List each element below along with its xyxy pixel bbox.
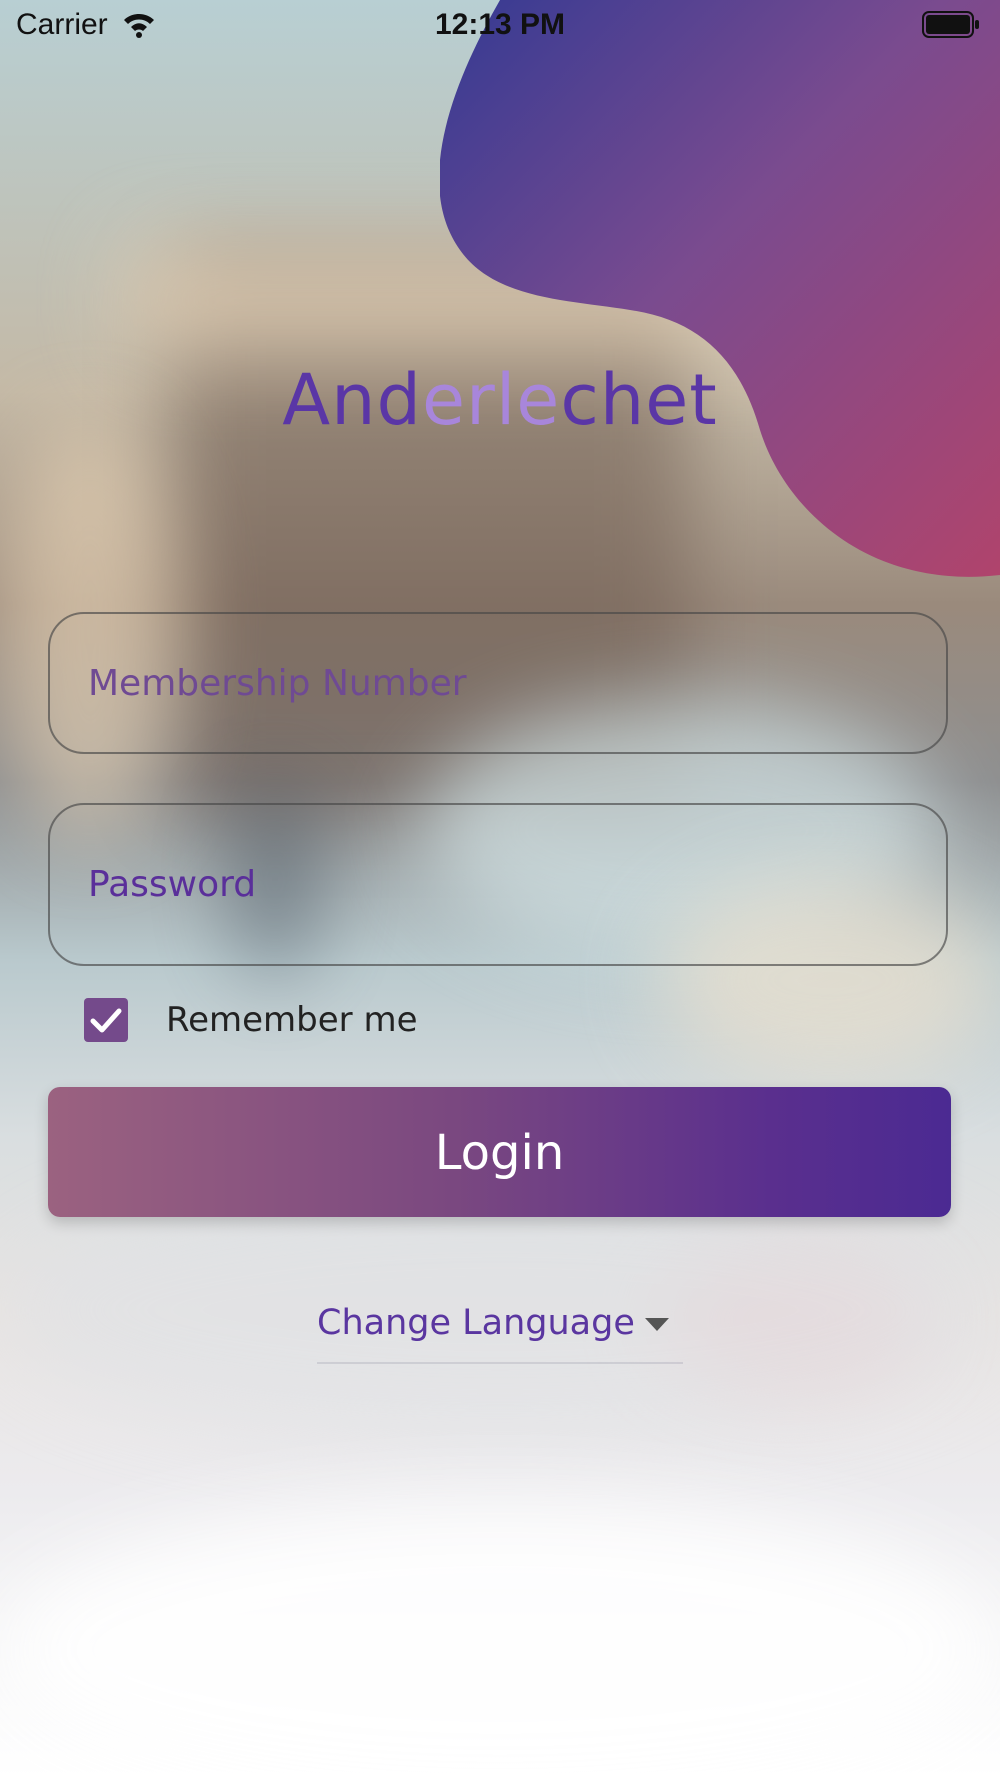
change-language-dropdown[interactable]: Change Language [317,1300,683,1364]
battery-full-icon [922,11,979,38]
password-input[interactable] [88,805,908,964]
status-time: 12:13 PM [434,8,566,41]
membership-number-input[interactable] [88,614,908,752]
change-language-label: Change Language [317,1303,635,1343]
background-photo [0,1500,1000,1778]
login-screen: Carrier 12:13 PM Anderlechet Remember me… [0,0,1000,1778]
decorative-corner-shape [440,0,1000,577]
remember-me-row[interactable]: Remember me [84,998,484,1042]
remember-me-label: Remember me [166,1000,418,1040]
checkmark-icon [90,1008,122,1033]
app-title-part: And [282,359,422,441]
caret-down-icon [645,1318,669,1331]
password-field[interactable] [48,803,948,966]
login-button[interactable]: Login [48,1087,951,1217]
app-title-highlight: erle [421,359,561,441]
app-title-part: chet [560,359,718,441]
app-title: Anderlechet [0,355,1000,445]
remember-me-checkbox[interactable] [84,998,128,1042]
membership-number-field[interactable] [48,612,948,754]
status-bar: Carrier 12:13 PM [0,0,1000,52]
